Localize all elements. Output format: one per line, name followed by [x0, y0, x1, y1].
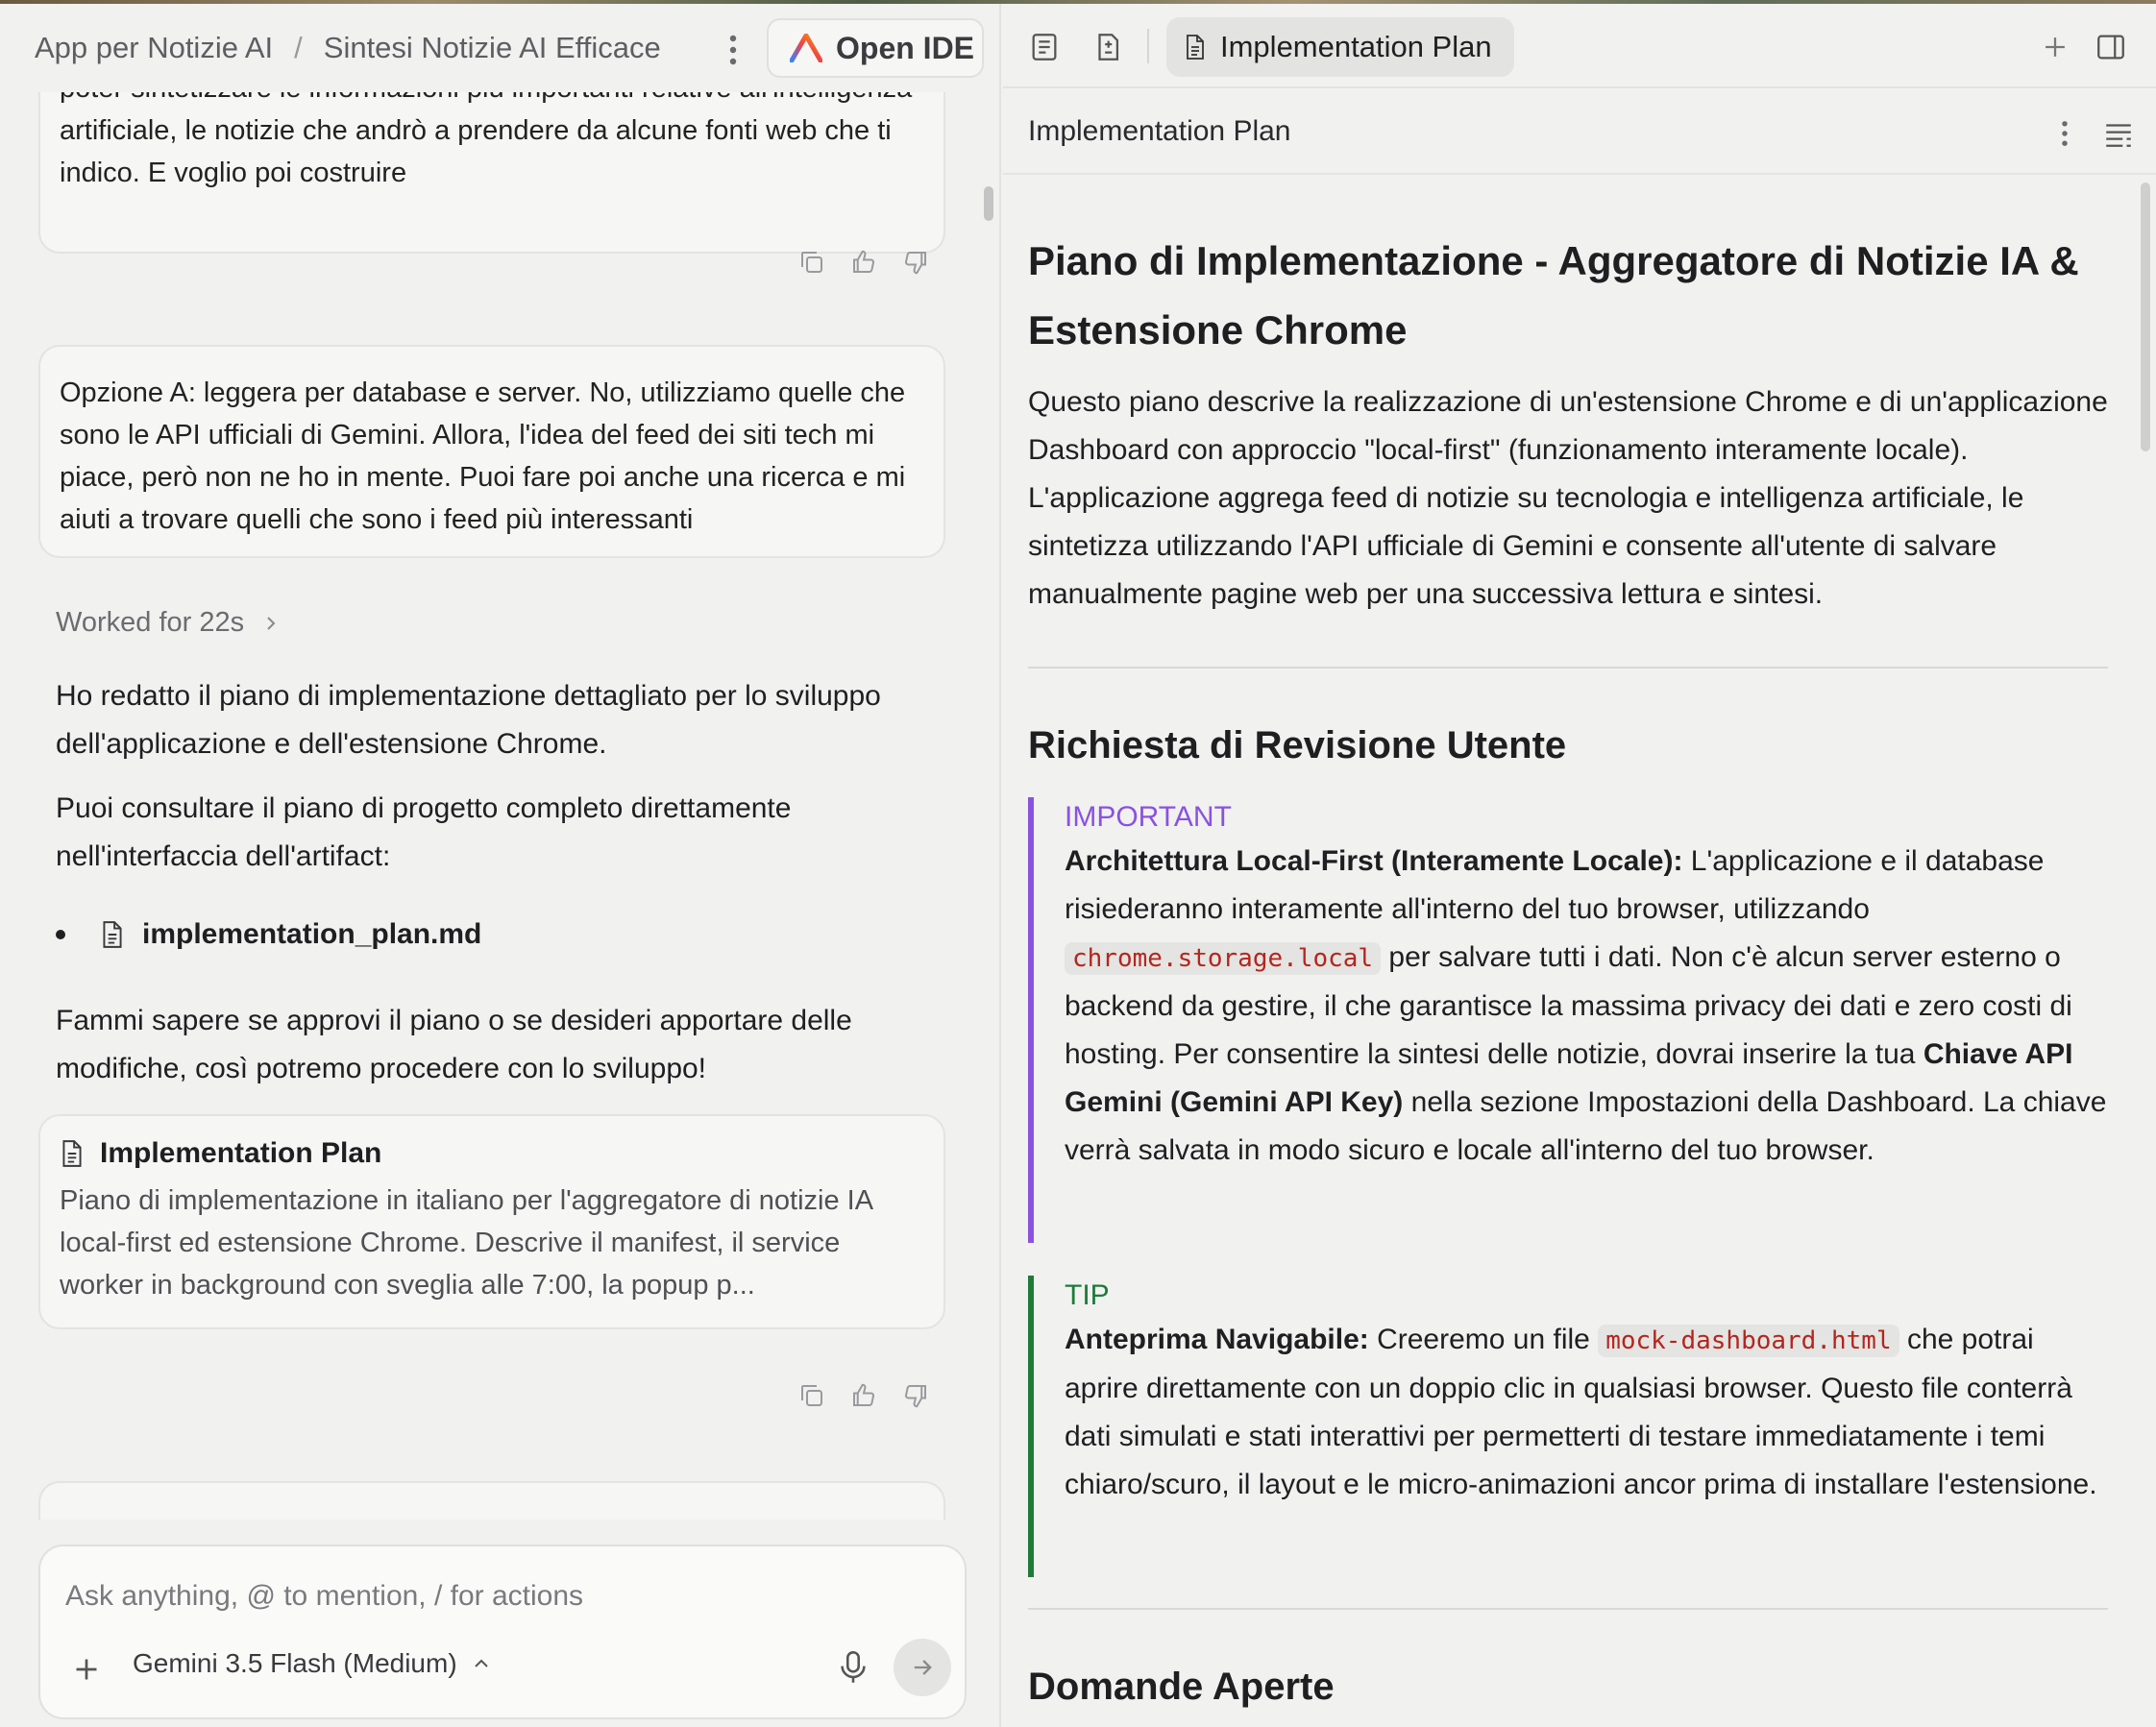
inline-code: chrome.storage.local	[1065, 942, 1382, 975]
copy-icon[interactable]	[797, 248, 826, 277]
callout-label: TIP	[1065, 1279, 1110, 1311]
chevron-up-icon	[474, 1659, 488, 1667]
breadcrumb-separator: /	[294, 31, 303, 64]
document-diff-icon[interactable]	[1091, 31, 1124, 63]
chat-scrollbar[interactable]	[984, 186, 993, 221]
outline-icon[interactable]	[2102, 119, 2135, 148]
more-options-icon[interactable]	[2058, 117, 2071, 150]
inline-code: mock-dashboard.html	[1598, 1325, 1899, 1357]
microphone-icon[interactable]	[836, 1648, 870, 1687]
file-name: implementation_plan.md	[142, 918, 482, 950]
artifact-pane: Implementation Plan Implementation Plan …	[1003, 4, 2156, 1727]
document-header-title: Implementation Plan	[1028, 115, 1291, 147]
thumbs-up-icon[interactable]	[849, 248, 878, 277]
assistant-paragraph: Ho redatto il piano di implementazione d…	[56, 680, 881, 760]
document-icon	[62, 1140, 82, 1167]
tab-divider	[1147, 29, 1149, 63]
callout-body: Architettura Local-First (Interamente Lo…	[1065, 838, 2114, 1175]
bullet	[56, 930, 65, 939]
tab-label: Implementation Plan	[1220, 30, 1492, 63]
composer: Gemini 3.5 Flash (Medium)	[38, 1545, 967, 1719]
document-list-icon[interactable]	[1028, 31, 1061, 63]
toggle-sidebar-icon[interactable]	[2095, 31, 2127, 63]
message-actions	[797, 1381, 930, 1410]
callout-label: IMPORTANT	[1065, 801, 1232, 833]
open-ide-label: Open IDE	[836, 30, 975, 65]
open-ide-button[interactable]: Open IDE	[767, 18, 984, 78]
important-callout: IMPORTANT Architettura Local-First (Inte…	[1028, 797, 2114, 1243]
tab-implementation-plan[interactable]: Implementation Plan	[1166, 17, 1514, 77]
chat-pane: Antigravity, io voglio realizzare un'app…	[0, 4, 1001, 1727]
message-actions	[797, 248, 930, 277]
assistant-paragraph: Puoi consultare il piano di progetto com…	[56, 792, 792, 872]
divider	[1028, 1608, 2108, 1610]
user-message-text: Opzione A: leggera per database e server…	[60, 377, 906, 535]
chat-header: App per Notizie AI / Sintesi Notizie AI …	[0, 4, 999, 92]
copy-icon[interactable]	[797, 1381, 826, 1410]
plus-icon[interactable]	[2039, 31, 2071, 63]
document-header: Implementation Plan	[1003, 90, 2156, 175]
artifact-card-description: Piano di implementazione in italiano per…	[60, 1185, 872, 1301]
antigravity-logo-icon	[790, 34, 822, 62]
document-title: Piano di Implementazione - Aggregatore d…	[1028, 238, 2079, 353]
document-scrollbar[interactable]	[2141, 182, 2150, 451]
divider	[1028, 667, 2108, 669]
callout-bar	[1028, 797, 1034, 1243]
chevron-right-icon	[267, 616, 276, 630]
file-icon	[103, 921, 122, 948]
thumbs-down-icon[interactable]	[901, 248, 930, 277]
callout-bar	[1028, 1276, 1034, 1577]
thumbs-down-icon[interactable]	[901, 1381, 930, 1410]
breadcrumb-project[interactable]: App per Notizie AI	[35, 31, 273, 65]
model-name: Gemini 3.5 Flash (Medium)	[133, 1648, 457, 1678]
callout-title: Architettura Local-First (Interamente Lo…	[1065, 845, 1683, 877]
thumbs-up-icon[interactable]	[849, 1381, 878, 1410]
artifact-card-title: Implementation Plan	[100, 1137, 382, 1169]
callout-text: Creeremo un file	[1368, 1324, 1599, 1355]
worked-for-label: Worked for 22s	[56, 607, 245, 638]
document-intro: Questo piano descrive la realizzazione d…	[1028, 386, 2108, 610]
file-link[interactable]: implementation_plan.md	[56, 918, 481, 951]
assistant-paragraph: Fammi sapere se approvi il piano o se de…	[56, 1005, 852, 1084]
model-selector[interactable]: Gemini 3.5 Flash (Medium)	[133, 1648, 490, 1679]
document-icon	[1187, 35, 1204, 60]
tip-callout: TIP Anteprima Navigabile: Creeremo un fi…	[1028, 1276, 2114, 1577]
section-heading: Domande Aperte	[1028, 1666, 1335, 1708]
section-heading: Richiesta di Revisione Utente	[1028, 724, 1567, 766]
plus-icon[interactable]	[69, 1652, 104, 1687]
arrow-right-icon	[914, 1660, 932, 1675]
artifact-card-title-row: Implementation Plan	[60, 1137, 924, 1170]
send-button[interactable]	[894, 1639, 951, 1696]
callout-title: Anteprima Navigabile:	[1065, 1324, 1369, 1355]
next-message-stub	[38, 1481, 945, 1520]
callout-body: Anteprima Navigabile: Creeremo un file m…	[1065, 1316, 2114, 1509]
worked-for-toggle[interactable]: Worked for 22s	[56, 607, 279, 639]
breadcrumb-conversation[interactable]: Sintesi Notizie AI Efficace	[324, 31, 661, 65]
user-message: Opzione A: leggera per database e server…	[38, 345, 945, 558]
artifact-card[interactable]: Implementation Plan Piano di implementaz…	[38, 1114, 945, 1329]
more-options-icon[interactable]	[717, 31, 749, 69]
prompt-input[interactable]	[65, 1569, 930, 1623]
artifact-tabbar: Implementation Plan	[1003, 4, 2156, 88]
